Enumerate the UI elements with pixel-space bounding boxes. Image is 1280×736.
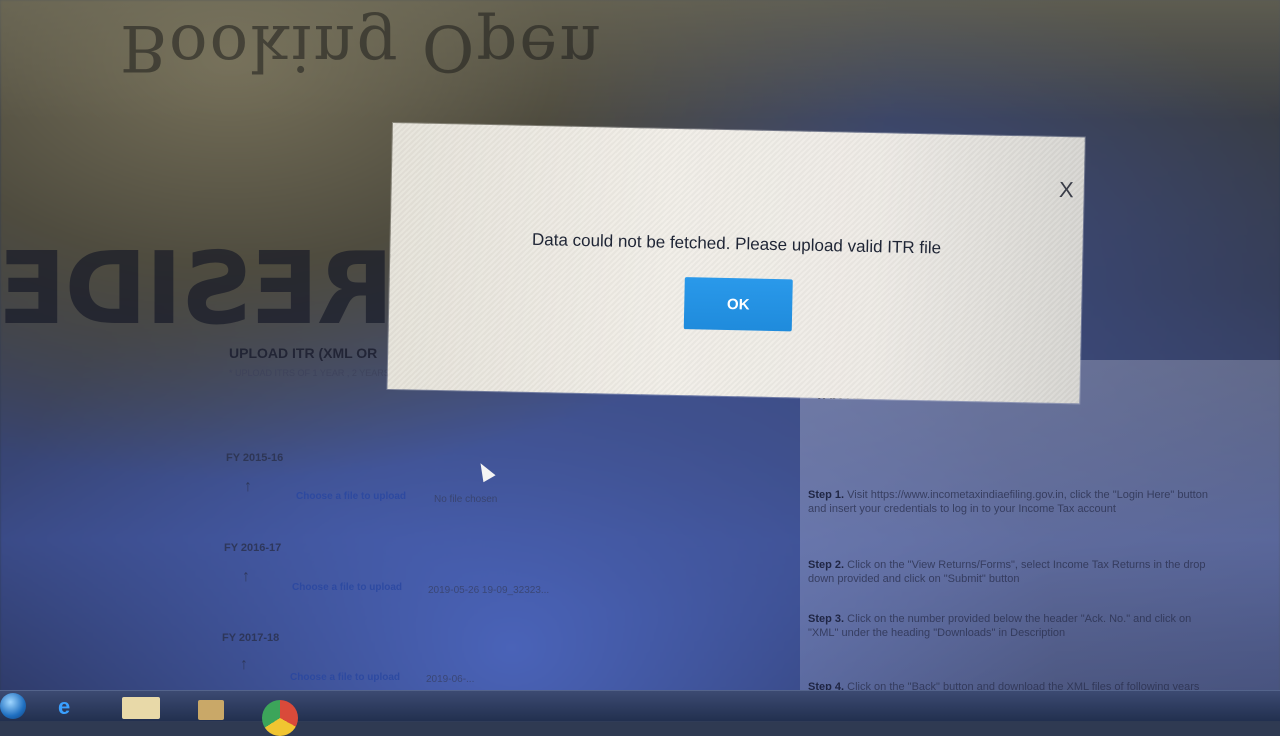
chrome-browser-icon[interactable] (262, 700, 298, 736)
background-right-panel (800, 360, 1280, 700)
error-message: Data could not be fetched. Please upload… (531, 229, 942, 258)
upload-arrow-icon: ↑ (242, 568, 250, 585)
fy-label: FY 2016-17 (224, 542, 282, 554)
fy-label: FY 2017-18 (222, 632, 280, 644)
upload-itr-title: UPLOAD ITR (XML OR (229, 345, 378, 361)
file-name: 2019-06-... (426, 674, 475, 685)
close-icon[interactable]: X (1059, 177, 1074, 203)
file-name: No file chosen (434, 494, 498, 505)
instruction-step: Step 3. Click on the number provided bel… (808, 612, 1208, 640)
step-text: Click on the "View Returns/Forms", selec… (808, 559, 1206, 585)
step-label: Step 1. (808, 489, 845, 501)
file-name: 2019-05-26 19-09_32323... (428, 585, 550, 596)
internet-explorer-icon[interactable]: e (58, 694, 70, 720)
media-player-icon[interactable] (198, 700, 224, 720)
file-explorer-icon[interactable] (122, 697, 160, 719)
choose-file-button[interactable]: Choose a file to upload (296, 491, 406, 502)
upload-arrow-icon: ↑ (244, 478, 252, 495)
upload-arrow-icon: ↑ (240, 656, 248, 673)
step-text: Click on the number provided below the h… (808, 613, 1192, 639)
step-label: Step 2. (808, 559, 845, 571)
error-dialog: X Data could not be fetched. Please uplo… (387, 123, 1085, 404)
fy-label: FY 2015-16 (226, 452, 284, 464)
start-button-icon[interactable] (0, 693, 26, 719)
instruction-step: Step 2. Click on the "View Returns/Forms… (808, 558, 1208, 586)
background-logo-reflection: Booking Open (120, 10, 603, 84)
step-label: Step 3. (808, 613, 845, 625)
step-text: Visit https://www.incometaxindiaefiling.… (808, 489, 1208, 515)
ok-button[interactable]: OK (683, 277, 793, 332)
choose-file-button[interactable]: Choose a file to upload (290, 672, 400, 683)
instruction-step: Step 1. Visit https://www.incometaxindia… (808, 488, 1208, 516)
taskbar (0, 690, 1280, 721)
choose-file-button[interactable]: Choose a file to upload (292, 582, 402, 593)
